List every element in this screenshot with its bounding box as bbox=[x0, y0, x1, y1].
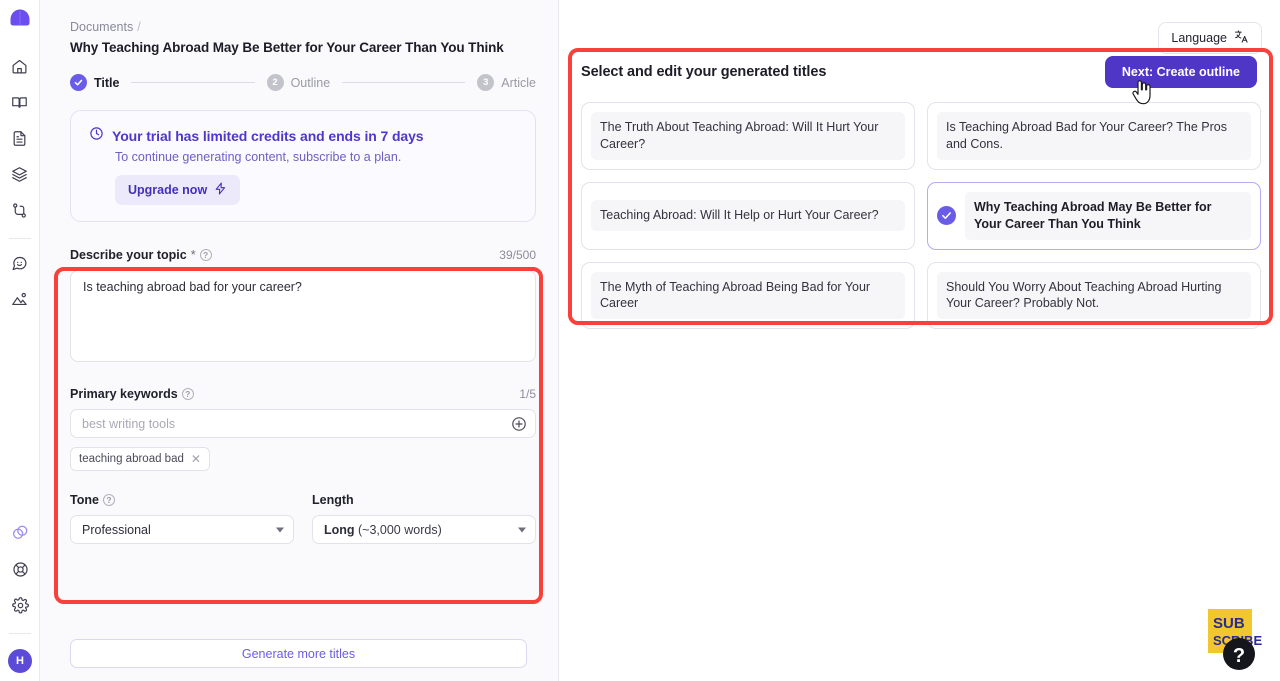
editor-left-panel: Documents / Why Teaching Abroad May Be Be… bbox=[40, 0, 559, 681]
sidebar-bottom-group: H bbox=[0, 518, 40, 673]
step-article[interactable]: 3 Article bbox=[477, 74, 536, 91]
step-title-label: Title bbox=[94, 75, 120, 90]
title-card-text: Why Teaching Abroad May Be Better for Yo… bbox=[965, 191, 1251, 240]
step-indicator: Title 2 Outline 3 Article bbox=[70, 74, 536, 91]
question-icon[interactable]: ? bbox=[102, 494, 115, 506]
required-marker: * bbox=[190, 248, 196, 262]
topic-textarea[interactable] bbox=[70, 270, 536, 362]
plus-circle-icon[interactable] bbox=[511, 416, 527, 432]
sidebar-item-integrations[interactable] bbox=[5, 518, 35, 548]
avatar[interactable]: H bbox=[8, 649, 32, 673]
titles-right-panel: Language Select and edit your generated … bbox=[559, 0, 1280, 681]
lightning-icon bbox=[214, 182, 227, 198]
chevron-down-icon bbox=[518, 527, 526, 532]
length-field: Length Long (~3,000 words) bbox=[312, 493, 536, 544]
step-outline[interactable]: 2 Outline bbox=[266, 74, 331, 91]
titles-heading: Select and edit your generated titles bbox=[581, 64, 827, 80]
topic-label: Describe your topic bbox=[70, 248, 187, 262]
subscribe-line1: SUB bbox=[1213, 615, 1245, 632]
step-outline-dot: 2 bbox=[266, 74, 284, 91]
step-connector-2 bbox=[342, 82, 466, 83]
title-card[interactable]: The Myth of Teaching Abroad Being Bad fo… bbox=[581, 261, 915, 330]
generated-titles-panel: Select and edit your generated titles Ne… bbox=[571, 48, 1271, 330]
title-card-text: Teaching Abroad: Will It Help or Hurt Yo… bbox=[591, 200, 905, 232]
topic-counter: 39/500 bbox=[499, 248, 536, 262]
keywords-counter: 1/5 bbox=[519, 387, 536, 401]
title-card[interactable]: Is Teaching Abroad Bad for Your Career? … bbox=[927, 102, 1261, 170]
topic-form: Describe your topic * ? 39/500 Primary k… bbox=[70, 242, 536, 544]
tone-value: Professional bbox=[82, 522, 151, 537]
generate-more-titles-button[interactable]: Generate more titles bbox=[70, 639, 527, 668]
length-label: Length bbox=[312, 493, 354, 507]
subscribe-badge: SUB SCRIBE ? bbox=[1206, 609, 1264, 673]
length-value-bold: Long bbox=[324, 522, 355, 537]
breadcrumb-parent[interactable]: Documents bbox=[70, 20, 133, 34]
sidebar-item-library[interactable] bbox=[5, 87, 35, 117]
upgrade-label: Upgrade now bbox=[128, 183, 208, 197]
sidebar-bottom-divider bbox=[9, 633, 31, 634]
keywords-label: Primary keywords bbox=[70, 387, 178, 401]
title-card[interactable]: The Truth About Teaching Abroad: Will It… bbox=[581, 102, 915, 170]
check-icon bbox=[937, 206, 956, 226]
language-label: Language bbox=[1171, 31, 1227, 45]
keywords-input[interactable] bbox=[70, 409, 536, 438]
question-icon[interactable]: ? bbox=[199, 249, 212, 261]
sidebar-item-help[interactable] bbox=[5, 554, 35, 584]
title-card-text: The Myth of Teaching Abroad Being Bad fo… bbox=[591, 271, 905, 320]
trial-heading: Your trial has limited credits and ends … bbox=[112, 128, 424, 144]
title-card[interactable]: Should You Worry About Teaching Abroad H… bbox=[927, 261, 1261, 330]
step-title[interactable]: Title bbox=[70, 74, 119, 91]
step-connector-1 bbox=[131, 82, 255, 83]
sidebar-item-chat[interactable] bbox=[5, 248, 35, 278]
title-card-text: The Truth About Teaching Abroad: Will It… bbox=[591, 112, 905, 160]
app-root: H Documents / Why Teaching Abroad May Be … bbox=[0, 0, 1280, 681]
step-title-dot bbox=[70, 74, 87, 91]
keywords-label-group: Primary keywords ? bbox=[70, 387, 194, 401]
translate-icon bbox=[1234, 29, 1249, 47]
sidebar-item-projects[interactable] bbox=[5, 159, 35, 189]
sidebar-item-documents[interactable] bbox=[5, 123, 35, 153]
title-card[interactable]: Teaching Abroad: Will It Help or Hurt Yo… bbox=[581, 181, 915, 250]
breadcrumb: Documents / bbox=[70, 20, 536, 34]
page-title: Why Teaching Abroad May Be Better for Yo… bbox=[70, 40, 504, 55]
length-select[interactable]: Long (~3,000 words) bbox=[312, 515, 536, 544]
next-create-outline-button[interactable]: Next: Create outline bbox=[1104, 56, 1257, 88]
title-card-text: Should You Worry About Teaching Abroad H… bbox=[937, 271, 1251, 320]
topic-label-group: Describe your topic * ? bbox=[70, 248, 212, 262]
subscribe-mark: ? bbox=[1233, 645, 1245, 667]
titles-card-grid: The Truth About Teaching Abroad: Will It… bbox=[571, 102, 1271, 330]
step-article-label: Article bbox=[501, 75, 537, 90]
app-logo[interactable] bbox=[9, 8, 31, 35]
upgrade-now-button[interactable]: Upgrade now bbox=[115, 175, 241, 205]
sidebar-item-home[interactable] bbox=[5, 51, 35, 81]
keyword-chip[interactable]: teaching abroad bad ✕ bbox=[70, 447, 210, 471]
tone-select[interactable]: Professional bbox=[70, 515, 294, 544]
keyword-chip-label: teaching abroad bad bbox=[79, 453, 184, 465]
sidebar-item-images[interactable] bbox=[5, 284, 35, 314]
question-icon[interactable]: ? bbox=[181, 388, 194, 400]
step-outline-label: Outline bbox=[290, 75, 331, 90]
step-article-dot: 3 bbox=[477, 74, 495, 91]
trial-subtext: To continue generating content, subscrib… bbox=[115, 150, 402, 164]
sidebar-item-workflows[interactable] bbox=[5, 195, 35, 225]
tone-field: Tone ? Professional bbox=[70, 493, 294, 544]
sidebar-rail: H bbox=[0, 0, 40, 681]
language-button[interactable]: Language bbox=[1158, 22, 1262, 54]
breadcrumb-separator: / bbox=[137, 20, 141, 34]
close-icon[interactable]: ✕ bbox=[191, 452, 201, 466]
sidebar-divider bbox=[8, 238, 31, 239]
trial-banner: Your trial has limited credits and ends … bbox=[70, 110, 536, 222]
length-value-rest: (~3,000 words) bbox=[354, 522, 442, 537]
clock-icon bbox=[89, 126, 104, 146]
title-card-selected[interactable]: Why Teaching Abroad May Be Better for Yo… bbox=[927, 181, 1261, 250]
title-card-text: Is Teaching Abroad Bad for Your Career? … bbox=[937, 112, 1251, 160]
tone-label: Tone bbox=[70, 493, 99, 507]
sidebar-item-settings[interactable] bbox=[5, 590, 35, 620]
chevron-down-icon bbox=[276, 527, 284, 532]
